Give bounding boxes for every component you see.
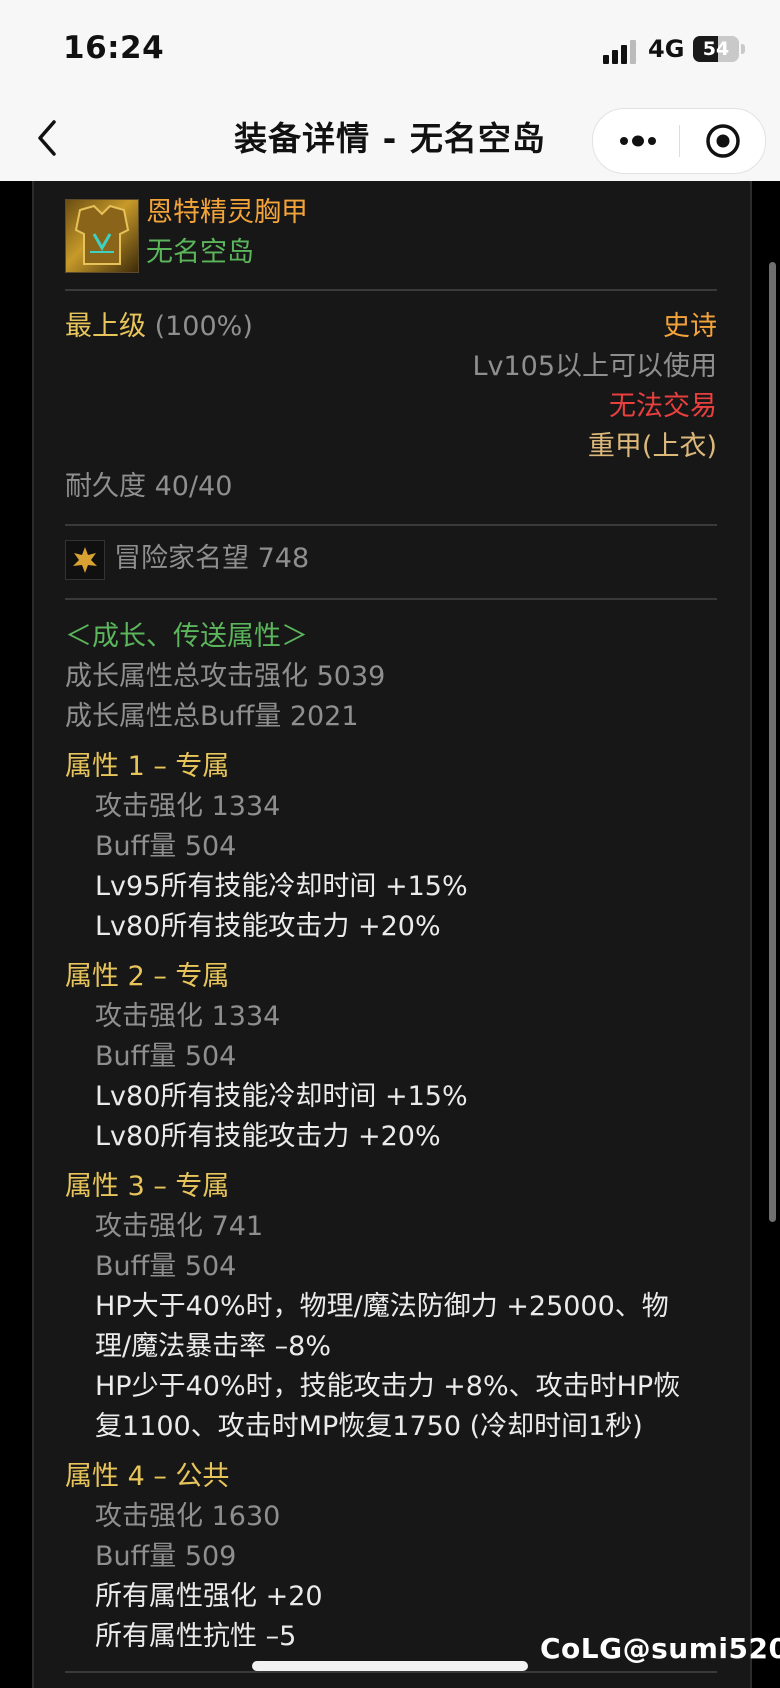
growth-total-buff: 成长属性总Buff量 2021 [65, 701, 359, 732]
attribute-4-attack: 攻击强化 1630 [95, 1501, 281, 1532]
attribute-1-attack: 攻击强化 1334 [95, 791, 281, 822]
attribute-1-title: 属性 1 – 专属 [65, 751, 230, 782]
attribute-1-effect: Lv95所有技能冷却时间 +15% [95, 871, 468, 902]
status-time: 16:24 [63, 30, 165, 66]
divider [65, 289, 717, 291]
battery-level: 54 [702, 38, 730, 60]
attribute-3-effect: 复1100、攻击时MP恢复1750 (冷却时间1秒) [95, 1411, 643, 1442]
attribute-3-effect: 理/魔法暴击率 –8% [95, 1331, 332, 1362]
item-name: 恩特精灵胸甲 [146, 197, 308, 228]
trade-status: 无法交易 [609, 391, 717, 422]
level-requirement: Lv105以上可以使用 [472, 351, 717, 382]
battery-tip [741, 44, 745, 54]
item-set-name: 无名空岛 [146, 237, 254, 268]
close-target-icon[interactable] [705, 123, 741, 159]
divider [65, 1671, 717, 1673]
attribute-1-effect: Lv80所有技能攻击力 +20% [95, 911, 441, 942]
network-type: 4G [648, 35, 685, 63]
attribute-3-attack: 攻击强化 741 [95, 1211, 264, 1242]
equipment-detail-panel: 恩特精灵胸甲 无名空岛 最上级 (100%) 史诗 Lv105以上可以使用 无法… [32, 181, 752, 1688]
attribute-4-title: 属性 4 – 公共 [65, 1461, 230, 1492]
item-type: 重甲(上衣) [587, 431, 717, 462]
fame-emblem-icon [65, 540, 105, 580]
attribute-2-attack: 攻击强化 1334 [95, 1001, 281, 1032]
growth-total-attack: 成长属性总攻击强化 5039 [65, 661, 386, 692]
attribute-3-effect: HP少于40%时，技能攻击力 +8%、攻击时HP恢 [95, 1371, 681, 1402]
attribute-1-buff: Buff量 504 [95, 831, 237, 862]
attribute-2-title: 属性 2 – 专属 [65, 961, 230, 992]
divider [65, 598, 717, 600]
cellular-signal-icon [603, 40, 636, 64]
scrollbar[interactable] [769, 262, 776, 1222]
attribute-2-effect: Lv80所有技能冷却时间 +15% [95, 1081, 468, 1112]
adventurer-fame: 冒险家名望 748 [114, 543, 310, 574]
mini-program-capsule [592, 108, 766, 174]
durability: 耐久度 40/40 [65, 471, 233, 502]
attribute-4-effect: 所有属性强化 +20 [95, 1581, 323, 1612]
attribute-3-title: 属性 3 – 专属 [65, 1171, 230, 1202]
divider [65, 524, 717, 526]
battery-icon: 54 [693, 36, 739, 62]
attribute-2-effect: Lv80所有技能攻击力 +20% [95, 1121, 441, 1152]
attribute-4-buff: Buff量 509 [95, 1541, 237, 1572]
more-options-icon[interactable] [617, 129, 659, 153]
rarity-label: 史诗 [663, 311, 717, 342]
attribute-3-effect: HP大于40%时，物理/魔法防御力 +25000、物 [95, 1291, 669, 1322]
attribute-3-buff: Buff量 504 [95, 1251, 237, 1282]
top-bar: 16:24 4G 54 装备详情 - 无名空岛 [0, 0, 780, 181]
capsule-divider [679, 125, 680, 157]
watermark: CoLG@sumi520 [540, 1632, 780, 1665]
growth-header: ＜成长、传送属性＞ [65, 621, 308, 652]
chest-armor-icon [65, 199, 139, 273]
home-indicator [252, 1661, 528, 1671]
attribute-2-buff: Buff量 504 [95, 1041, 237, 1072]
